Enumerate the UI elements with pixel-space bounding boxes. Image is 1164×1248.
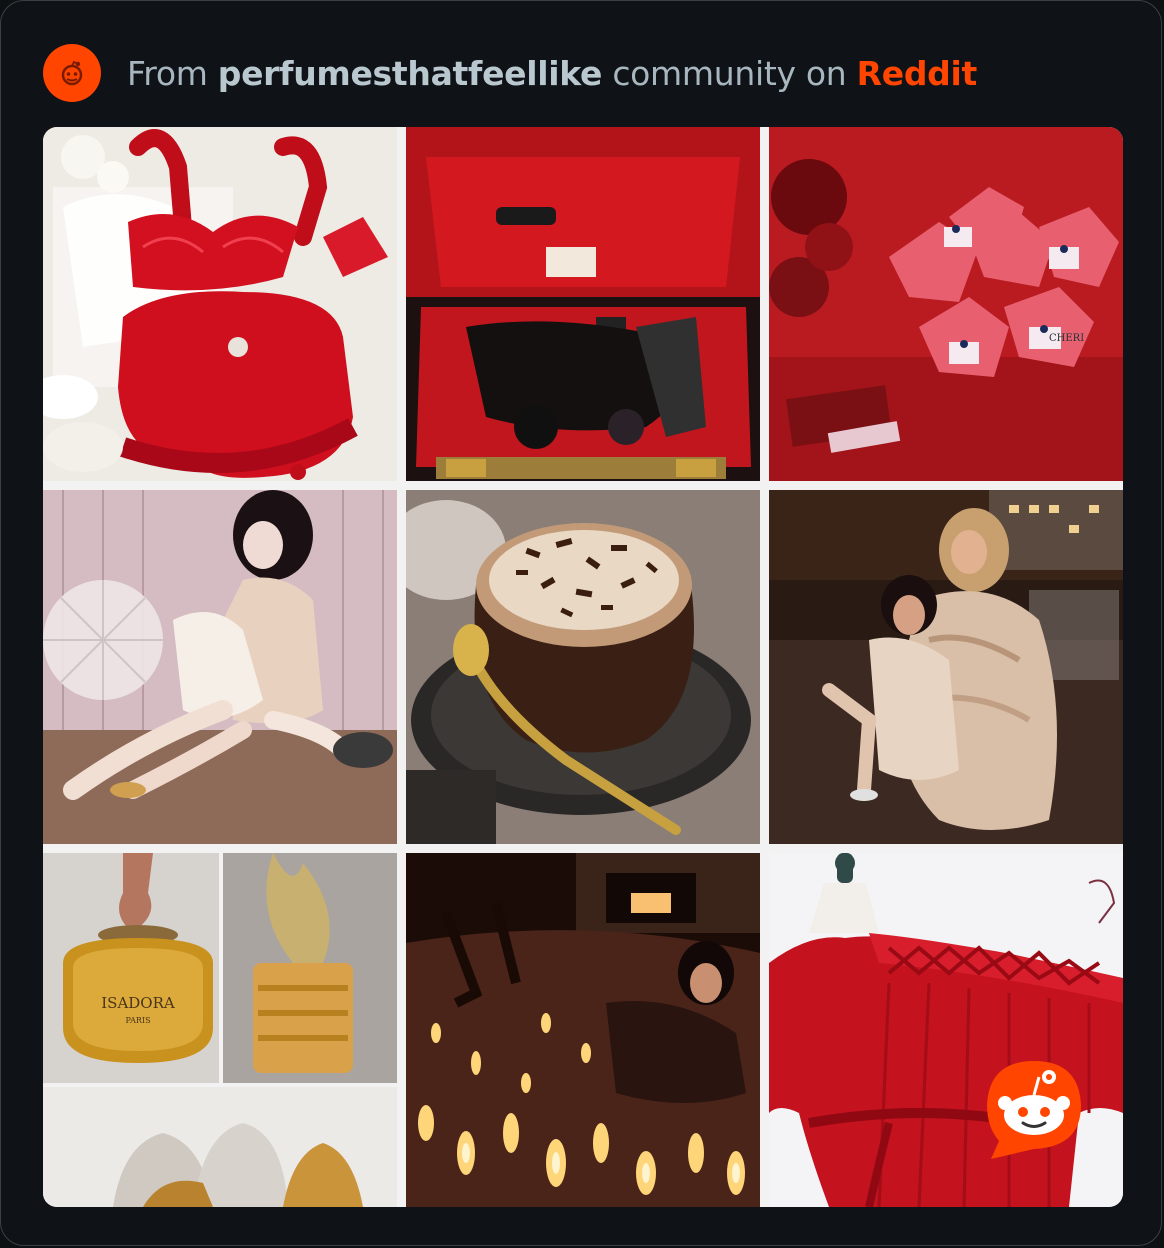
image-tile-lingerie[interactable] — [43, 127, 397, 481]
image-tile-fur-coats[interactable] — [769, 490, 1123, 844]
community-link[interactable]: perfumesthatfeellike — [218, 54, 603, 93]
fur-coats-image — [769, 490, 1123, 844]
post-card[interactable]: From perfumesthatfeellike community on R… — [0, 0, 1162, 1246]
post-header: From perfumesthatfeellike community on R… — [43, 43, 977, 103]
image-tile-vanity-case[interactable] — [406, 127, 760, 481]
reddit-snoo-badge — [983, 1057, 1085, 1161]
feathers-woman-image — [43, 490, 397, 844]
candy-wrapper-label: CHERI — [1049, 333, 1084, 344]
bottle-sublabel: PARIS — [125, 1016, 150, 1025]
post-source-line: From perfumesthatfeellike community on R… — [127, 54, 977, 93]
perfume-bottles-image: ISADORA PARIS — [43, 853, 397, 1207]
image-tile-candies[interactable]: CHERI — [769, 127, 1123, 481]
reddit-snoo-icon — [987, 1061, 1081, 1159]
image-tile-hot-chocolate[interactable] — [406, 490, 760, 844]
community-avatar[interactable] — [43, 44, 101, 102]
candles-image — [406, 853, 760, 1207]
lingerie-image — [43, 127, 397, 481]
source-prefix: From — [127, 53, 208, 93]
source-middle: community on — [612, 53, 847, 93]
vanity-case-image — [406, 127, 760, 481]
hot-chocolate-image — [406, 490, 760, 844]
image-tile-candles[interactable] — [406, 853, 760, 1207]
reddit-community-avatar-icon — [61, 60, 83, 86]
image-tile-feathers-woman[interactable] — [43, 490, 397, 844]
candies-image: CHERI — [769, 127, 1123, 481]
image-grid[interactable]: CHERI ISADORA PARIS — [43, 127, 1123, 1207]
bottle-label: ISADORA — [101, 994, 175, 1012]
platform-link[interactable]: Reddit — [857, 54, 978, 93]
image-tile-perfume-bottles[interactable]: ISADORA PARIS — [43, 853, 397, 1207]
